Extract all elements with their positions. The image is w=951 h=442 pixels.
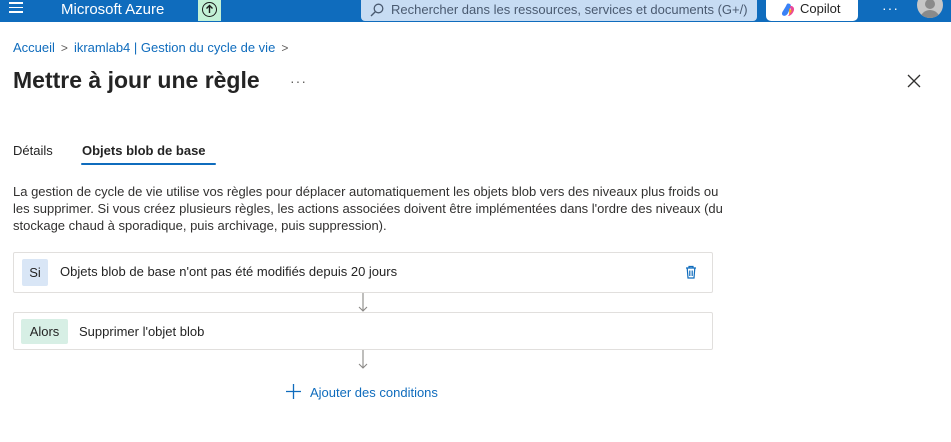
copilot-button[interactable]: Copilot [766,0,858,21]
condition-if-card[interactable]: Si Objets blob de base n'ont pas été mod… [13,252,713,293]
user-avatar[interactable] [917,0,943,18]
if-badge: Si [22,259,48,286]
arrow-down-icon [358,350,368,369]
if-condition-text: Objets blob de base n'ont pas été modifi… [60,264,398,279]
upload-button[interactable] [198,0,221,21]
more-options-icon[interactable]: ··· [882,0,899,16]
plus-icon [286,384,301,399]
copilot-label: Copilot [800,1,841,16]
breadcrumb-separator: > [281,41,289,55]
then-action-text: Supprimer l'objet blob [79,324,205,339]
breadcrumb-storage-lifecycle[interactable]: ikramlab4 | Gestion du cycle de vie [74,40,275,55]
then-badge: Alors [21,319,68,344]
breadcrumb: Accueil > ikramlab4 | Gestion du cycle de … [13,40,294,55]
top-bar: Microsoft Azure Rechercher dans les ress… [0,0,951,22]
copilot-icon [781,3,795,16]
tab-details[interactable]: Détails [13,143,53,158]
close-icon[interactable] [906,73,922,89]
upload-icon [202,2,217,17]
search-placeholder: Rechercher dans les ressources, services… [391,2,748,17]
breadcrumb-separator: > [60,41,68,55]
hamburger-icon[interactable] [9,2,23,14]
search-icon [370,3,384,17]
title-more-icon[interactable]: ··· [290,73,307,89]
tab-base-blobs[interactable]: Objets blob de base [82,143,206,158]
description-text: La gestion de cycle de vie utilise vos r… [13,184,723,233]
condition-then-card[interactable]: Alors Supprimer l'objet blob [13,312,713,350]
add-conditions-label: Ajouter des conditions [310,385,438,400]
breadcrumb-home[interactable]: Accueil [13,40,55,55]
brand-title[interactable]: Microsoft Azure [61,1,164,19]
arrow-down-icon [358,293,368,312]
active-tab-indicator [81,163,216,165]
page-title: Mettre à jour une règle [13,67,260,93]
trash-icon[interactable] [685,265,697,279]
search-input[interactable]: Rechercher dans les ressources, services… [361,0,757,21]
